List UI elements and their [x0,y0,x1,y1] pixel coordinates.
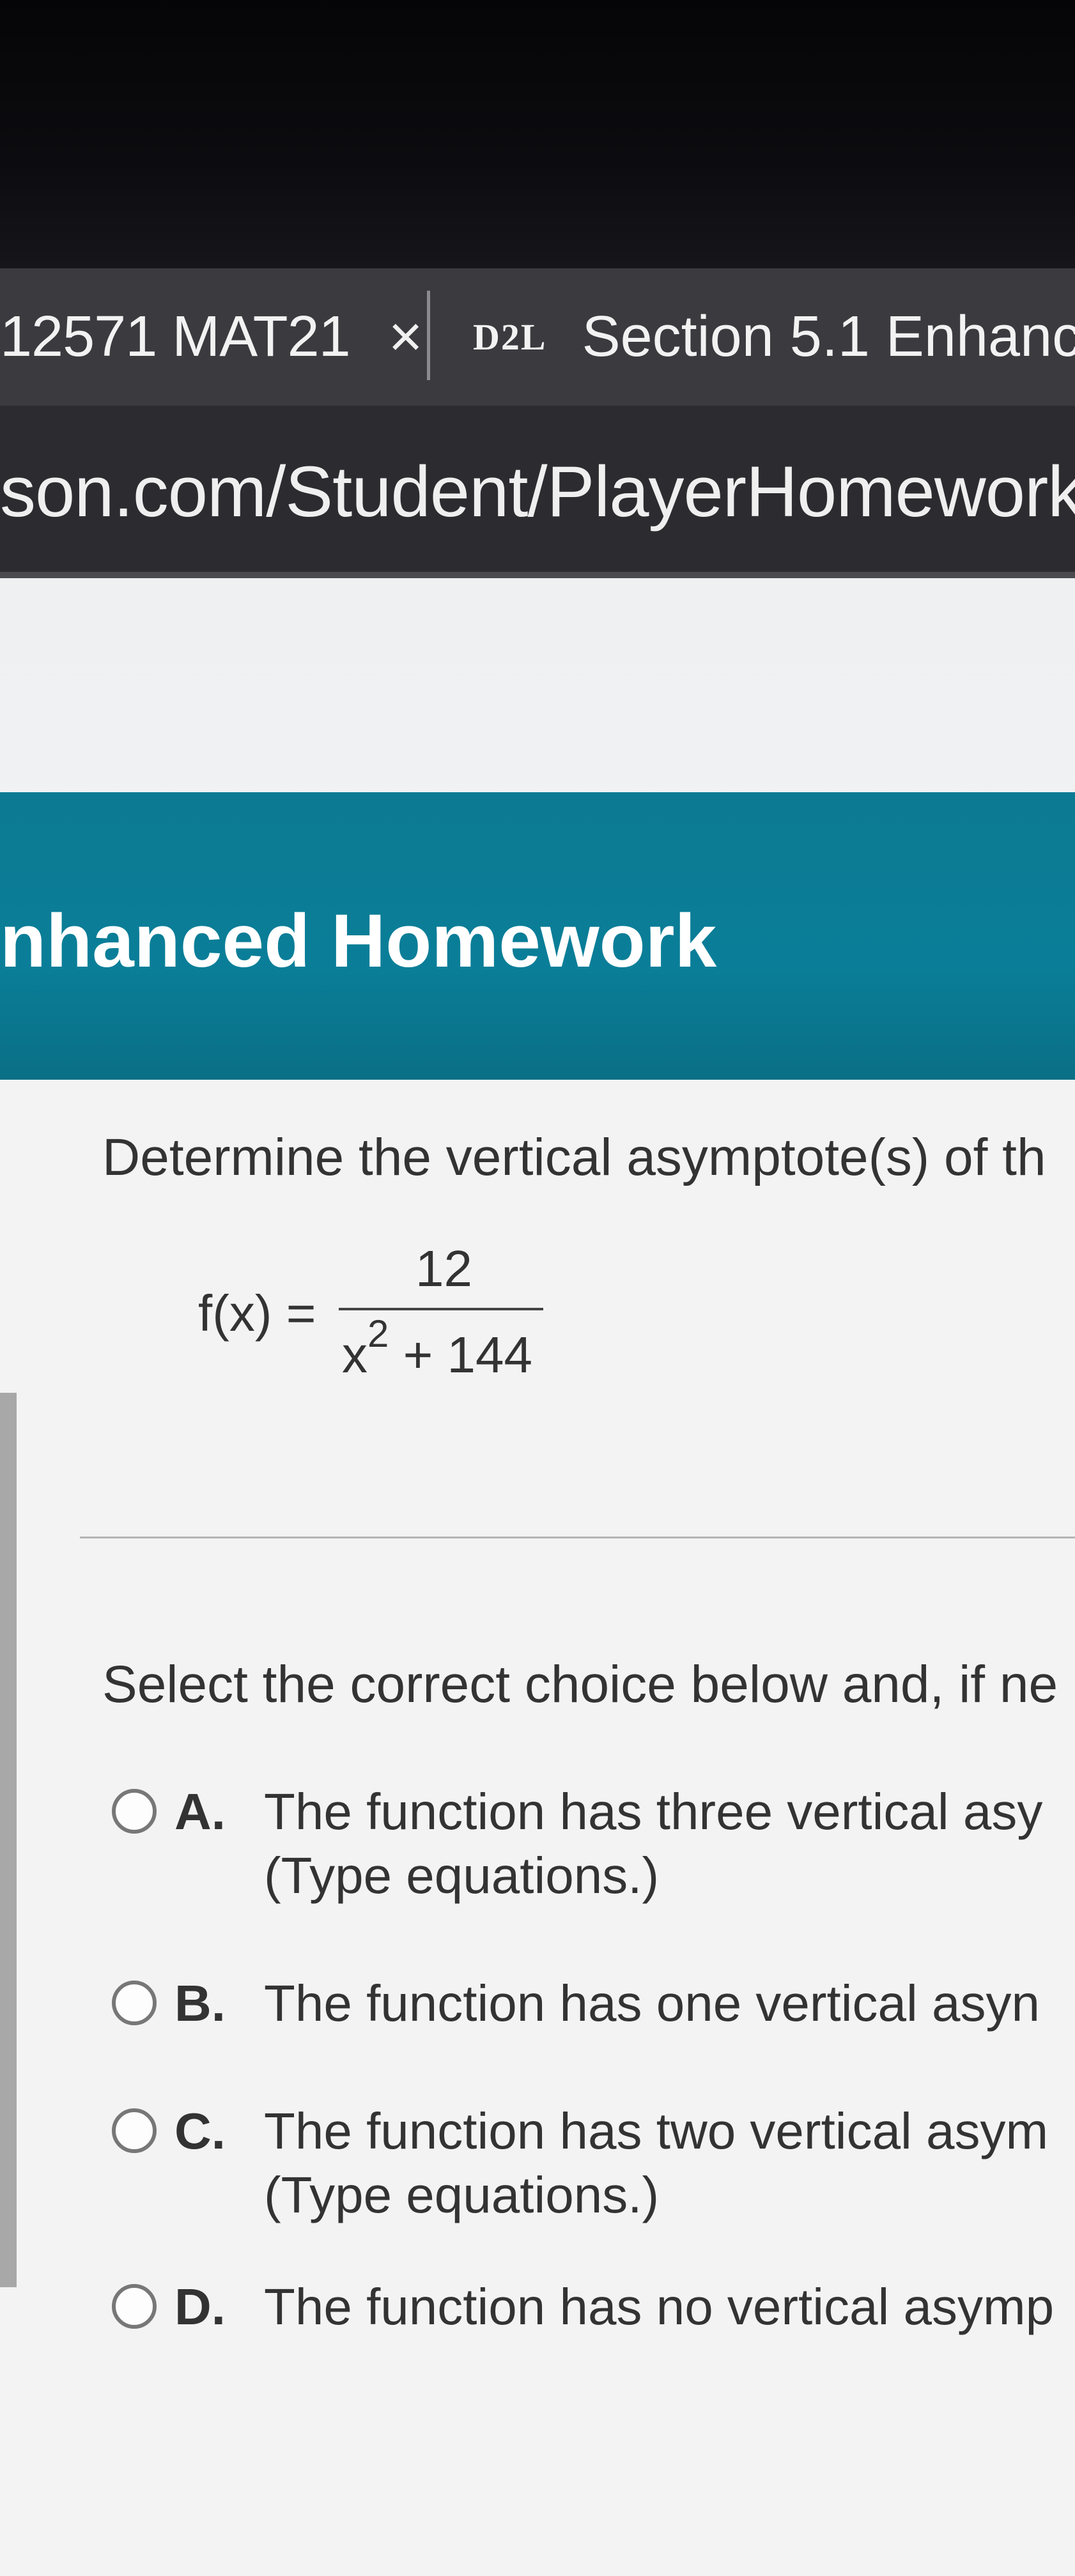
tab-title: 12571 MAT21 [0,305,351,369]
tab-mat21[interactable]: 12571 MAT21 × [0,268,422,406]
page-title: nhanced Homework [0,899,717,983]
denominator-base: x [342,1326,367,1383]
function-numerator: 12 [415,1240,472,1297]
choice-letter: C. [174,2103,226,2159]
fraction-bar [339,1308,543,1310]
url-text[interactable]: son.com/Student/PlayerHomework.aspx?l [0,450,1075,533]
choice-c[interactable]: C. The function has two vertical asym (Ty… [112,2102,1048,2225]
question-prompt: Determine the vertical asymptote(s) of t… [102,1128,1046,1186]
choice-letter: D. [174,2278,226,2335]
choice-label: The function has three vertical asy [264,1783,1043,1840]
d2l-logo-icon: D2L [473,316,547,358]
choice-text: The function has two vertical asym (Type … [264,2102,1048,2225]
choice-hint: (Type equations.) [264,2166,660,2223]
denominator-exponent: 2 [367,1312,389,1355]
choice-label: The function has no vertical asymp [264,2278,1055,2335]
choice-b[interactable]: B. The function has one vertical asyn [112,1974,1040,2033]
toolbar-divider [0,572,1075,578]
radio-button[interactable] [112,1789,157,1834]
denominator-rest: + 144 [403,1326,533,1383]
page-header: nhanced Homework [0,792,1075,1080]
choice-label: The function has one vertical asyn [264,1975,1040,2032]
monitor-bezel [0,0,1075,268]
question-panel: Determine the vertical asymptote(s) of t… [0,1080,1075,2576]
choice-letter: A. [174,1783,226,1840]
tab-title: Section 5.1 Enhanced [582,305,1075,369]
choice-d[interactable]: D. The function has no vertical asymp [112,2278,1054,2336]
choice-text: The function has no vertical asymp [264,2278,1054,2336]
close-tab-icon[interactable]: × [389,303,423,371]
radio-button[interactable] [112,2284,157,2329]
function-expression: f(x) = 12 x2 + 144 [198,1240,556,1399]
function-denominator: x2 + 144 [342,1312,533,1384]
screen: 12571 MAT21 × D2L Section 5.1 Enhanced s… [0,0,1075,2576]
choice-a[interactable]: A. The function has three vertical asy (T… [112,1782,1042,1905]
choice-letter: B. [174,1975,226,2032]
instruction-text: Select the correct choice below and, if … [102,1655,1058,1713]
address-bar[interactable]: son.com/Student/PlayerHomework.aspx?l [0,406,1075,572]
choice-text: The function has one vertical asyn [264,1974,1040,2033]
browser-tab-bar: 12571 MAT21 × D2L Section 5.1 Enhanced [0,268,1075,406]
window-edge [0,1393,17,2287]
function-lhs: f(x) = [198,1285,316,1342]
choice-hint: (Type equations.) [264,1847,660,1904]
section-divider [80,1537,1075,1538]
tab-section-5-1[interactable]: D2L Section 5.1 Enhanced [441,268,1075,406]
choice-label: The function has two vertical asym [264,2103,1049,2159]
choice-text: The function has three vertical asy (Type… [264,1782,1042,1905]
radio-button[interactable] [112,1981,157,2025]
radio-button[interactable] [112,2108,157,2153]
tab-separator [427,291,430,380]
